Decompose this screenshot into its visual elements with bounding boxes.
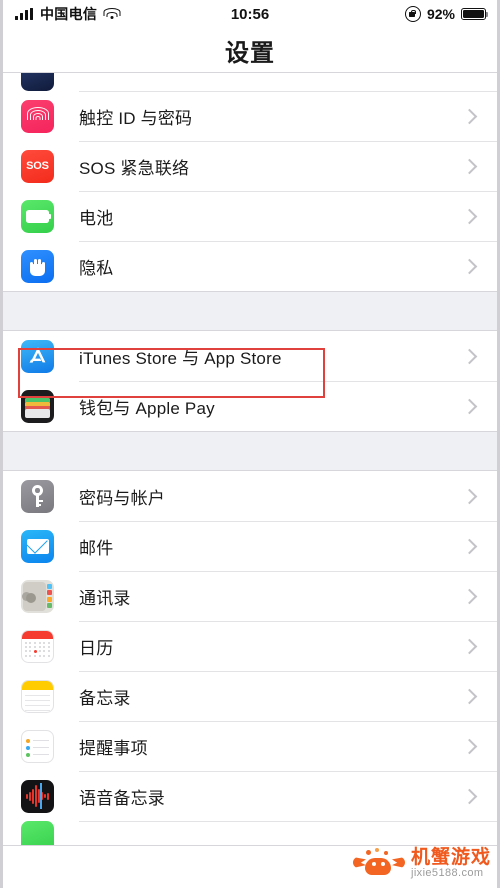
watermark-title: 机蟹游戏 [410,847,491,869]
page-title: 设置 [225,39,275,67]
partial-app-icon [21,73,54,91]
calendar-icon [21,629,54,663]
status-bar: 中国电信 10:56 92% [3,0,497,28]
sidebar-item-wallet-apple-pay[interactable]: 钱包与 Apple Pay [3,381,497,431]
sidebar-item-sos[interactable]: SOS SOS 紧急联络 [3,141,497,191]
reminders-icon [21,729,54,763]
list-item-label: 隐私 [79,258,114,278]
battery-icon [461,8,489,20]
list-item-partial-top[interactable] [3,73,497,91]
chevron-right-icon [461,258,478,274]
sidebar-item-passwords-accounts[interactable]: 密码与帐户 [3,471,497,521]
list-item-label: 密码与帐户 [79,488,165,508]
wallet-icon [21,389,54,423]
list-item-label: iTunes Store 与 App Store [79,348,282,368]
iphone-settings-screen: 中国电信 10:56 92% 设置 触控 ID 与密码 SOS SOS 紧急联络… [0,0,500,888]
settings-group-stores: iTunes Store 与 App Store 钱包与 Apple Pay [3,330,497,432]
app-store-icon [21,339,54,373]
chevron-right-icon [461,688,478,704]
list-item-label: 通讯录 [79,588,131,608]
sidebar-item-calendar[interactable]: 日历 [3,621,497,671]
chevron-right-icon [461,108,478,124]
sidebar-item-reminders[interactable]: 提醒事项 [3,721,497,771]
sos-icon: SOS [21,149,54,183]
watermark: 机蟹游戏 jixie5188.com [352,847,491,880]
settings-group-apps: 密码与帐户 邮件 通讯录 日历 备忘录 提醒事项 语音备忘录 [3,470,497,846]
sidebar-item-mail[interactable]: 邮件 [3,521,497,571]
sidebar-item-voice-memos[interactable]: 语音备忘录 [3,771,497,821]
chevron-right-icon [461,158,478,174]
crab-logo-icon [352,848,405,880]
chevron-right-icon [461,638,478,654]
phone-green-icon [21,821,54,845]
watermark-url: jixie5188.com [410,867,484,880]
sidebar-item-contacts[interactable]: 通讯录 [3,571,497,621]
chevron-right-icon [461,488,478,504]
contacts-icon [21,579,54,613]
chevron-right-icon [461,398,478,414]
list-item-label: 电池 [79,208,114,228]
list-item-label: 邮件 [79,538,114,558]
voice-memos-icon [21,779,54,813]
list-item-partial-bottom[interactable] [3,821,497,845]
chevron-right-icon [461,738,478,754]
settings-group-security: 触控 ID 与密码 SOS SOS 紧急联络 电池 隐私 [3,72,497,292]
mail-envelope-icon [21,529,54,563]
chevron-right-icon [461,208,478,224]
navigation-bar: 设置 [3,28,497,72]
passwords-key-icon [21,479,54,513]
sidebar-item-touch-id[interactable]: 触控 ID 与密码 [3,91,497,141]
list-item-label: 钱包与 Apple Pay [79,398,215,418]
privacy-hand-icon [21,249,54,283]
list-item-label: SOS 紧急联络 [79,158,190,178]
list-item-label: 触控 ID 与密码 [79,108,193,128]
chevron-right-icon [461,538,478,554]
battery-percent-label: 92% [426,6,455,22]
rotation-lock-icon [404,6,421,22]
list-item-label: 提醒事项 [79,738,148,758]
group-spacer [3,292,497,330]
list-item-label: 日历 [79,638,114,658]
group-spacer [3,432,497,470]
sidebar-item-privacy[interactable]: 隐私 [3,241,497,291]
battery-settings-icon [21,199,54,233]
touch-id-icon [21,99,54,133]
sidebar-item-itunes-app-store[interactable]: iTunes Store 与 App Store [3,331,497,381]
list-item-label: 语音备忘录 [79,788,165,808]
sidebar-item-battery[interactable]: 电池 [3,191,497,241]
list-item-label: 备忘录 [79,688,131,708]
settings-list: 触控 ID 与密码 SOS SOS 紧急联络 电池 隐私 iTunes Stor… [3,72,497,846]
notes-icon [21,679,54,713]
chevron-right-icon [461,348,478,364]
status-bar-right: 92% [404,6,489,22]
sidebar-item-notes[interactable]: 备忘录 [3,671,497,721]
chevron-right-icon [461,788,478,804]
chevron-right-icon [461,588,478,604]
